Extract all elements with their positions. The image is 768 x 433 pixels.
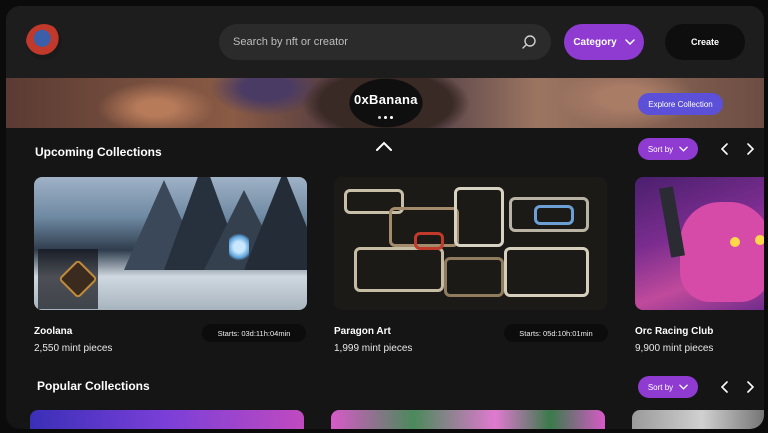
carousel-dot[interactable] bbox=[378, 116, 381, 119]
countdown-badge: Starts: 05d:10h:01min bbox=[504, 324, 608, 342]
category-dropdown[interactable]: Category bbox=[564, 24, 644, 60]
explore-label: Explore Collection bbox=[648, 99, 713, 109]
collection-card-image[interactable] bbox=[635, 177, 764, 310]
explore-collection-button[interactable]: Explore Collection bbox=[638, 93, 723, 115]
app-frame: Search by nft or creator Category Create… bbox=[6, 6, 764, 429]
collection-card-image[interactable] bbox=[334, 177, 607, 310]
search-icon[interactable] bbox=[521, 34, 537, 50]
carousel-dot[interactable] bbox=[384, 116, 387, 119]
upcoming-sort-button[interactable]: Sort by bbox=[638, 138, 698, 160]
chevron-down-icon bbox=[679, 384, 688, 390]
collection-pieces: 2,550 mint pieces bbox=[34, 343, 113, 354]
avatar[interactable] bbox=[26, 24, 62, 60]
collection-pieces: 9,900 mint pieces bbox=[635, 343, 714, 354]
upcoming-section-title: Upcoming Collections bbox=[35, 145, 162, 159]
chevron-down-icon bbox=[624, 39, 635, 45]
banner-title: 0xBanana bbox=[354, 92, 418, 107]
popular-section-title: Popular Collections bbox=[37, 379, 150, 393]
collection-name[interactable]: Paragon Art bbox=[334, 326, 391, 337]
hero-banner[interactable]: 0xBanana Explore Collection bbox=[6, 78, 764, 128]
collection-card-image[interactable] bbox=[34, 177, 307, 310]
sort-label: Sort by bbox=[647, 382, 674, 392]
search-input[interactable]: Search by nft or creator bbox=[233, 36, 521, 48]
countdown-badge: Starts: 03d:11h:04min bbox=[202, 324, 306, 342]
popular-card-image[interactable] bbox=[30, 410, 304, 429]
popular-sort-button[interactable]: Sort by bbox=[638, 376, 698, 398]
sort-label: Sort by bbox=[647, 144, 674, 154]
carousel-dot[interactable] bbox=[390, 116, 393, 119]
category-label: Category bbox=[573, 36, 617, 48]
carousel-dots bbox=[378, 116, 393, 119]
chevron-left-icon[interactable] bbox=[718, 380, 732, 394]
chevron-left-icon[interactable] bbox=[718, 142, 732, 156]
chevron-right-icon[interactable] bbox=[743, 142, 757, 156]
popular-card-image[interactable] bbox=[331, 410, 605, 429]
collection-pieces: 1,999 mint pieces bbox=[334, 343, 413, 354]
create-label: Create bbox=[690, 37, 719, 47]
popular-card-image[interactable] bbox=[632, 410, 764, 429]
collection-name[interactable]: Orc Racing Club bbox=[635, 326, 713, 337]
top-bar: Search by nft or creator Category Create bbox=[6, 6, 764, 78]
search-bar[interactable]: Search by nft or creator bbox=[219, 24, 551, 60]
chevron-up-icon[interactable] bbox=[375, 140, 393, 152]
chevron-down-icon bbox=[679, 146, 688, 152]
create-button[interactable]: Create bbox=[665, 24, 745, 60]
collection-name[interactable]: Zoolana bbox=[34, 326, 72, 337]
chevron-right-icon[interactable] bbox=[743, 380, 757, 394]
